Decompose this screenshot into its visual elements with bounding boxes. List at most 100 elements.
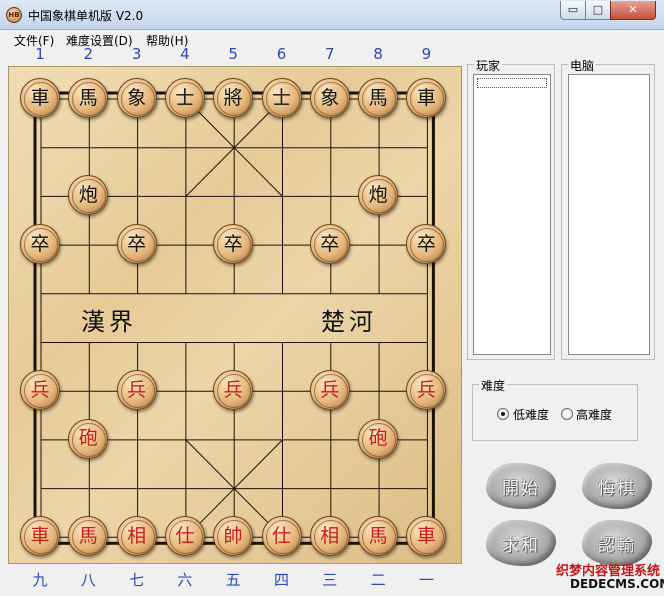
piece-label: 車 [416, 86, 436, 109]
black-piece[interactable]: 象 [309, 78, 350, 118]
black-piece[interactable]: 卒 [20, 224, 60, 265]
piece-label: 兵 [416, 378, 436, 401]
river-text-left: 漢界 [81, 308, 137, 336]
bottom-column-number: 九 [32, 571, 48, 589]
piece-label: 卒 [30, 232, 50, 255]
black-piece[interactable]: 士 [164, 78, 205, 118]
computer-panel: 电脑 [561, 57, 655, 360]
close-button[interactable]: ✕ [610, 1, 656, 20]
player-move-list[interactable] [473, 74, 551, 355]
low-difficulty-label[interactable]: 低难度 [513, 406, 549, 423]
menu-difficulty[interactable]: 难度设置(D) [66, 32, 133, 49]
player-panel: 玩家 [467, 57, 555, 360]
piece-label: 象 [320, 86, 340, 109]
piece-label: 炮 [78, 183, 98, 206]
title-bar: HB 中国象棋单机版 V2.0 ▭ □ ✕ [0, 0, 664, 30]
undo-button[interactable]: 悔棋 [582, 463, 652, 509]
window-title: 中国象棋单机版 V2.0 [28, 9, 144, 23]
bottom-column-number: 四 [273, 571, 289, 589]
top-column-number: 2 [83, 45, 94, 63]
difficulty-label: 难度 [479, 377, 508, 394]
black-piece[interactable]: 車 [20, 78, 60, 118]
piece-label: 將 [223, 86, 243, 109]
piece-label: 象 [127, 86, 147, 109]
board-grid [33, 91, 435, 545]
bottom-column-number: 七 [129, 571, 145, 589]
computer-move-list[interactable] [568, 74, 650, 355]
piece-label: 炮 [368, 183, 388, 206]
black-piece[interactable]: 將 [213, 78, 254, 118]
red-piece[interactable]: 兵 [116, 370, 157, 411]
top-column-number: 3 [131, 45, 142, 63]
black-piece[interactable]: 士 [261, 78, 302, 118]
bottom-column-number: 二 [370, 571, 386, 589]
piece-label: 車 [30, 86, 50, 109]
draw-button-label: 求和 [502, 535, 540, 556]
piece-label: 馬 [78, 524, 98, 547]
piece-label: 砲 [78, 427, 98, 450]
resign-button-label: 認輸 [598, 535, 636, 556]
red-piece[interactable]: 砲 [358, 418, 399, 459]
piece-label: 仕 [175, 524, 195, 547]
top-column-number: 9 [421, 45, 432, 63]
difficulty-group: 难度 低难度 高难度 [472, 377, 638, 441]
draw-button[interactable]: 求和 [486, 520, 556, 566]
app-icon: HB [6, 7, 22, 23]
start-button-label: 開始 [502, 478, 540, 499]
piece-label: 兵 [30, 378, 50, 401]
minimize-button[interactable]: ▭ [560, 1, 586, 20]
black-piece[interactable]: 卒 [213, 224, 254, 265]
start-button[interactable]: 開始 [486, 463, 556, 509]
piece-label: 兵 [127, 378, 147, 401]
black-piece[interactable]: 卒 [309, 224, 350, 265]
piece-label: 仕 [271, 524, 291, 547]
maximize-button[interactable]: □ [585, 1, 611, 20]
piece-label: 相 [320, 524, 340, 547]
top-column-number: 8 [373, 45, 383, 63]
red-piece[interactable]: 相 [116, 516, 157, 557]
computer-label: 电脑 [568, 57, 597, 74]
bottom-column-number: 八 [80, 571, 96, 589]
piece-label: 車 [30, 524, 50, 547]
black-piece[interactable]: 象 [116, 78, 157, 118]
piece-label: 馬 [368, 86, 388, 109]
piece-label: 相 [127, 524, 147, 547]
piece-label: 士 [271, 86, 291, 109]
piece-label: 馬 [368, 524, 388, 547]
top-column-number: 5 [228, 45, 238, 63]
high-difficulty-radio[interactable] [561, 408, 573, 420]
selection-focus [477, 78, 547, 88]
piece-label: 馬 [78, 86, 98, 109]
top-column-number: 7 [325, 45, 335, 63]
undo-button-label: 悔棋 [598, 478, 636, 499]
red-piece[interactable]: 砲 [68, 418, 109, 459]
bottom-column-number: 五 [225, 571, 241, 589]
top-column-number: 6 [276, 45, 287, 63]
top-column-number: 1 [35, 45, 45, 63]
red-piece[interactable]: 兵 [20, 370, 60, 411]
bottom-column-number: 六 [177, 571, 193, 589]
red-piece[interactable]: 仕 [164, 516, 205, 557]
red-piece[interactable]: 兵 [309, 370, 350, 411]
top-column-number: 4 [180, 45, 190, 63]
piece-label: 兵 [320, 378, 340, 401]
high-difficulty-label[interactable]: 高难度 [576, 406, 612, 423]
piece-label: 卒 [223, 232, 243, 255]
player-label: 玩家 [474, 57, 503, 74]
chess-board[interactable]: 漢界 楚河 [8, 66, 462, 564]
red-piece[interactable]: 相 [309, 516, 350, 557]
black-piece[interactable]: 卒 [116, 224, 157, 265]
black-piece[interactable]: 馬 [358, 78, 399, 118]
low-difficulty-radio[interactable] [497, 408, 509, 420]
red-piece[interactable]: 仕 [261, 516, 302, 557]
piece-label: 卒 [127, 232, 147, 255]
piece-label: 砲 [368, 427, 388, 450]
piece-label: 車 [416, 524, 436, 547]
watermark-domain: DEDECMS.COM [570, 577, 664, 591]
piece-label: 卒 [320, 232, 340, 255]
river-text-right: 楚河 [321, 308, 377, 336]
piece-label: 卒 [416, 232, 436, 255]
bottom-column-number: 三 [322, 571, 338, 589]
piece-label: 士 [175, 86, 195, 109]
piece-label: 帥 [223, 524, 243, 547]
